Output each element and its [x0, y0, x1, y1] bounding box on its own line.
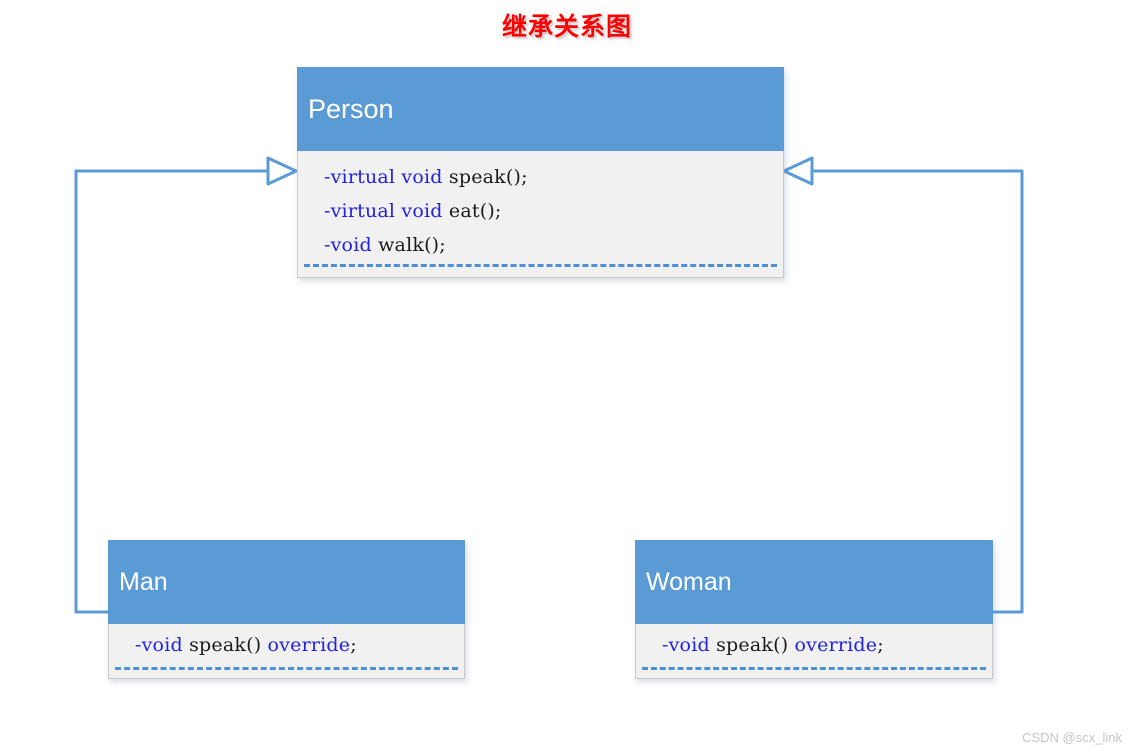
member-signature: walk(); [371, 234, 446, 256]
uml-class-woman-name: Woman [646, 567, 732, 596]
diagram-canvas: 继承关系图 Person -virtual void speak(); -vir… [0, 0, 1134, 753]
member-signature: speak() [709, 634, 795, 656]
member-terminator: ; [350, 634, 357, 656]
member-signature: speak() [182, 634, 268, 656]
uml-member-row: -void walk(); [298, 228, 783, 262]
member-separator-dashed [642, 667, 986, 670]
member-keyword: -void [135, 634, 183, 656]
uml-member-row: -virtual void speak(); [298, 160, 783, 194]
uml-member-row: -void speak() override; [636, 628, 992, 662]
uml-class-woman-members: -void speak() override; [635, 624, 993, 679]
uml-class-person-header: Person [297, 67, 784, 151]
member-signature: speak(); [442, 166, 528, 188]
member-keyword: -virtual void [324, 166, 443, 188]
member-separator-dashed [304, 264, 777, 267]
member-terminator: ; [877, 634, 884, 656]
member-keyword: -void [324, 234, 372, 256]
member-override-keyword: override [794, 634, 878, 656]
uml-class-person-name: Person [308, 93, 394, 124]
uml-class-man-header: Man [108, 540, 465, 624]
member-keyword: -virtual void [324, 200, 443, 222]
uml-class-person[interactable]: Person -virtual void speak(); -virtual v… [297, 67, 784, 278]
member-signature: eat(); [442, 200, 502, 222]
uml-class-woman[interactable]: Woman -void speak() override; [635, 540, 993, 679]
uml-class-man-name: Man [119, 567, 168, 596]
member-override-keyword: override [267, 634, 351, 656]
uml-member-row: -virtual void eat(); [298, 194, 783, 228]
watermark: CSDN @scx_link [1022, 730, 1122, 745]
uml-class-woman-header: Woman [635, 540, 993, 624]
uml-class-person-members: -virtual void speak(); -virtual void eat… [297, 151, 784, 278]
generalization-arrowhead-woman [782, 156, 814, 186]
generalization-arrowhead-man [266, 156, 298, 186]
uml-class-man[interactable]: Man -void speak() override; [108, 540, 465, 679]
member-separator-dashed [115, 667, 458, 670]
uml-class-man-members: -void speak() override; [108, 624, 465, 679]
member-keyword: -void [662, 634, 710, 656]
uml-member-row: -void speak() override; [109, 628, 464, 662]
page-title: 继承关系图 [501, 12, 632, 41]
